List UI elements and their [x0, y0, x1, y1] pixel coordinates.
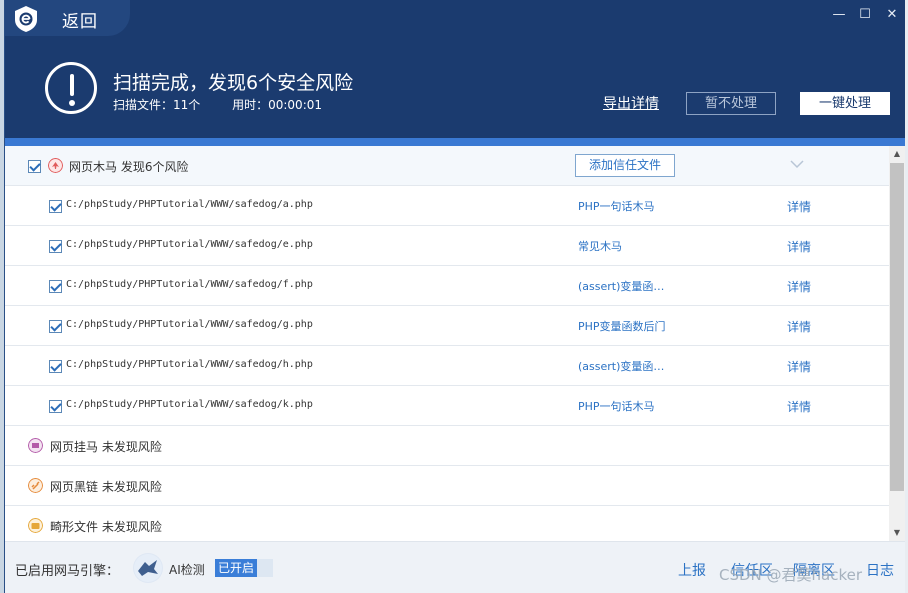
ignore-for-now-button[interactable]: 暂不处理 — [686, 92, 776, 115]
file-checkbox[interactable] — [49, 400, 62, 413]
group-row-black-link[interactable]: 网页黑链 未发现风险 — [5, 466, 889, 506]
scan-result-window: 返回 — ☐ ✕ 扫描完成，发现6个安全风险 扫描文件：11个 用时：00:00… — [4, 0, 905, 593]
close-button[interactable]: ✕ — [882, 6, 902, 24]
table-row[interactable]: C:/phpStudy/PHPTutorial/WWW/safedog/g.ph… — [5, 306, 889, 346]
group-label: 网页挂马 未发现风险 — [50, 440, 162, 454]
scroll-thumb[interactable] — [890, 163, 904, 491]
table-row[interactable]: C:/phpStudy/PHPTutorial/WWW/safedog/f.ph… — [5, 266, 889, 306]
threat-type: 常见木马 — [578, 240, 622, 253]
scroll-up-arrow-icon[interactable]: ▲ — [889, 146, 905, 162]
file-checkbox[interactable] — [49, 200, 62, 213]
file-checkbox[interactable] — [49, 320, 62, 333]
scan-meta: 扫描文件：11个 用时：00:00:01 — [113, 96, 350, 113]
details-link[interactable]: 详情 — [787, 398, 811, 415]
threat-type: (assert)变量函… — [578, 280, 665, 293]
list-scrollbar[interactable]: ▲ ▼ — [889, 146, 905, 541]
title-bar: 返回 — ☐ ✕ — [5, 0, 905, 38]
scroll-down-arrow-icon[interactable]: ▼ — [889, 525, 905, 541]
table-row[interactable]: C:/phpStudy/PHPTutorial/WWW/safedog/a.ph… — [5, 186, 889, 226]
export-details-link[interactable]: 导出详情 — [603, 93, 659, 113]
details-link[interactable]: 详情 — [787, 278, 811, 295]
group-label: 畸形文件 未发现风险 — [50, 520, 162, 534]
malformed-file-icon — [28, 518, 43, 533]
file-path: C:/phpStudy/PHPTutorial/WWW/safedog/a.ph… — [66, 199, 313, 210]
file-checkbox[interactable] — [49, 280, 62, 293]
ai-engine-logo-icon — [133, 553, 163, 583]
ai-detection-toggle[interactable]: 已开启 — [215, 559, 273, 577]
chevron-down-icon[interactable] — [789, 158, 805, 170]
back-button[interactable]: 返回 — [5, 0, 130, 36]
threat-type: (assert)变量函… — [578, 360, 665, 373]
details-link[interactable]: 详情 — [787, 358, 811, 375]
minimize-button[interactable]: — — [829, 6, 849, 24]
trojan-icon — [48, 158, 63, 173]
hanging-trojan-icon — [28, 438, 43, 453]
group-row-webshell[interactable]: 网页木马 发现6个风险 添加信任文件 — [5, 146, 889, 186]
file-path: C:/phpStudy/PHPTutorial/WWW/safedog/g.ph… — [66, 319, 313, 330]
file-checkbox[interactable] — [49, 360, 62, 373]
footer-bar: 已启用网马引擎： AI检测 已开启 上报 信任区 隔离区 日志 CSDN @君莫… — [5, 541, 905, 593]
group-row-hanging-trojan[interactable]: 网页挂马 未发现风险 — [5, 426, 889, 466]
log-link[interactable]: 日志 — [866, 560, 894, 580]
files-scanned-count: 扫描文件：11个 — [113, 98, 201, 112]
scan-summary-banner: 扫描完成，发现6个安全风险 扫描文件：11个 用时：00:00:01 导出详情 … — [5, 38, 905, 138]
table-row[interactable]: C:/phpStudy/PHPTutorial/WWW/safedog/e.ph… — [5, 226, 889, 266]
file-path: C:/phpStudy/PHPTutorial/WWW/safedog/e.ph… — [66, 239, 313, 250]
ai-detection-label: AI检测 — [169, 563, 205, 577]
table-row[interactable]: C:/phpStudy/PHPTutorial/WWW/safedog/h.ph… — [5, 346, 889, 386]
details-link[interactable]: 详情 — [787, 198, 811, 215]
details-link[interactable]: 详情 — [787, 318, 811, 335]
ai-detection-status: 已开启 — [215, 559, 258, 577]
accent-strip — [5, 138, 905, 146]
group-label: 网页黑链 未发现风险 — [50, 480, 162, 494]
report-link[interactable]: 上报 — [678, 560, 706, 580]
details-link[interactable]: 详情 — [787, 238, 811, 255]
group-label: 网页木马 发现6个风险 — [69, 160, 189, 174]
file-path: C:/phpStudy/PHPTutorial/WWW/safedog/k.ph… — [66, 399, 313, 410]
threat-type: PHP变量函数后门 — [578, 320, 666, 333]
alert-icon — [45, 62, 97, 114]
safedog-logo-icon — [15, 6, 37, 32]
scan-result-title: 扫描完成，发现6个安全风险 — [113, 72, 354, 94]
watermark: CSDN @君莫hacker — [719, 566, 863, 584]
table-row[interactable]: C:/phpStudy/PHPTutorial/WWW/safedog/k.ph… — [5, 386, 889, 426]
black-link-icon — [28, 478, 43, 493]
maximize-button[interactable]: ☐ — [855, 6, 875, 24]
file-checkbox[interactable] — [49, 240, 62, 253]
scan-duration: 用时：00:00:01 — [232, 98, 323, 112]
group-checkbox[interactable] — [28, 160, 41, 173]
scan-results-list: 网页木马 发现6个风险 添加信任文件 C:/phpStudy/PHPTutori… — [5, 146, 889, 541]
group-row-malformed-file[interactable]: 畸形文件 未发现风险 — [5, 506, 889, 541]
back-label: 返回 — [62, 12, 98, 32]
engine-label: 已启用网马引擎： — [15, 564, 120, 579]
file-path: C:/phpStudy/PHPTutorial/WWW/safedog/f.ph… — [66, 279, 313, 290]
add-trusted-file-button[interactable]: 添加信任文件 — [575, 154, 675, 177]
threat-type: PHP一句话木马 — [578, 200, 655, 213]
threat-type: PHP一句话木马 — [578, 400, 655, 413]
file-path: C:/phpStudy/PHPTutorial/WWW/safedog/h.ph… — [66, 359, 313, 370]
one-click-fix-button[interactable]: 一键处理 — [800, 92, 890, 115]
